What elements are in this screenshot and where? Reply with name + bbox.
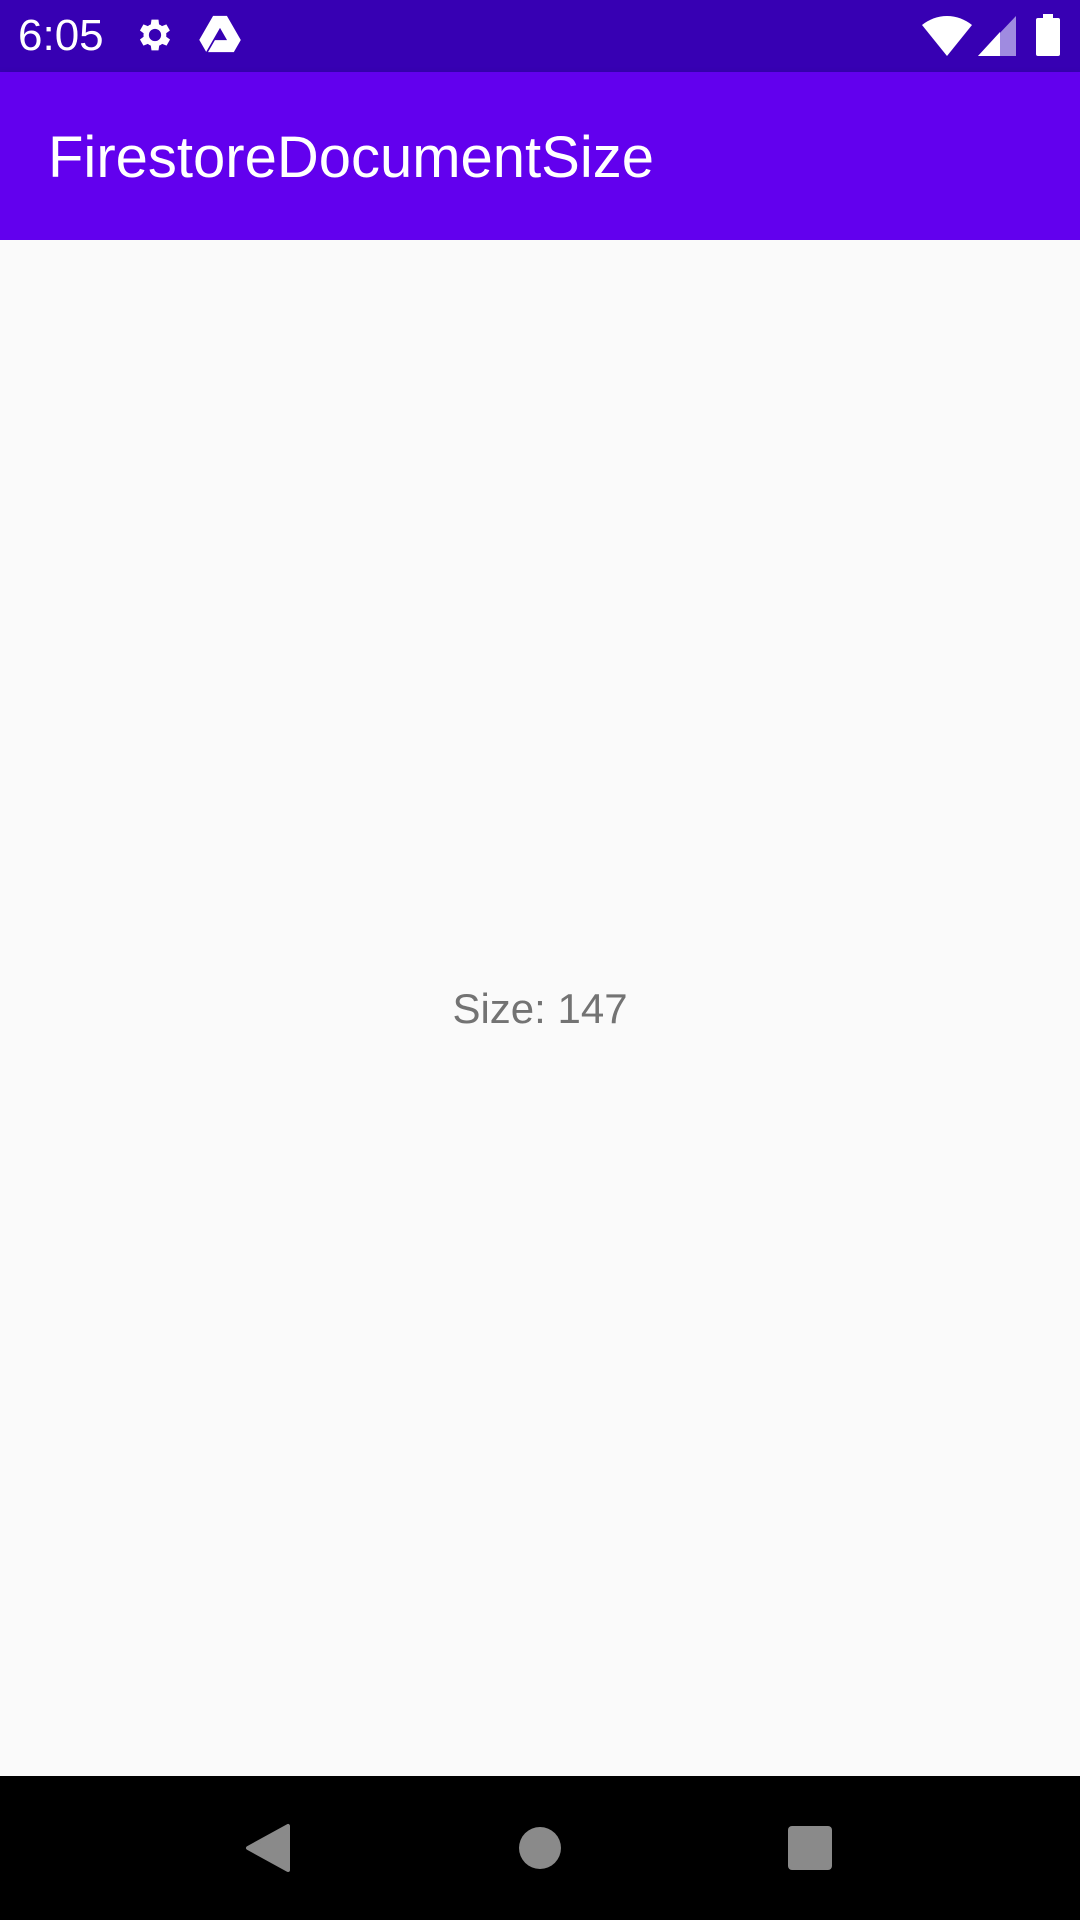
battery-icon: [1036, 14, 1060, 56]
screen: 6:05 FirestoreDocumentSize Size: 147: [0, 0, 1080, 1920]
app-bar: FirestoreDocumentSize: [0, 72, 1080, 240]
status-bar: 6:05: [0, 0, 1080, 72]
recents-button[interactable]: [738, 1776, 882, 1920]
main-content: Size: 147: [0, 240, 1080, 1776]
recents-icon: [788, 1826, 832, 1870]
status-time: 6:05: [18, 11, 104, 60]
document-size-text: Size: 147: [452, 985, 628, 1032]
back-button[interactable]: [196, 1776, 340, 1920]
home-icon: [519, 1827, 561, 1869]
navigation-bar: [0, 1776, 1080, 1920]
drive-icon: [198, 14, 242, 54]
home-button[interactable]: [468, 1776, 612, 1920]
app-title: FirestoreDocumentSize: [48, 125, 654, 190]
gear-icon: [134, 14, 176, 56]
wifi-icon: [922, 16, 972, 56]
back-icon: [246, 1824, 290, 1872]
cell-signal-icon: [978, 16, 1016, 56]
